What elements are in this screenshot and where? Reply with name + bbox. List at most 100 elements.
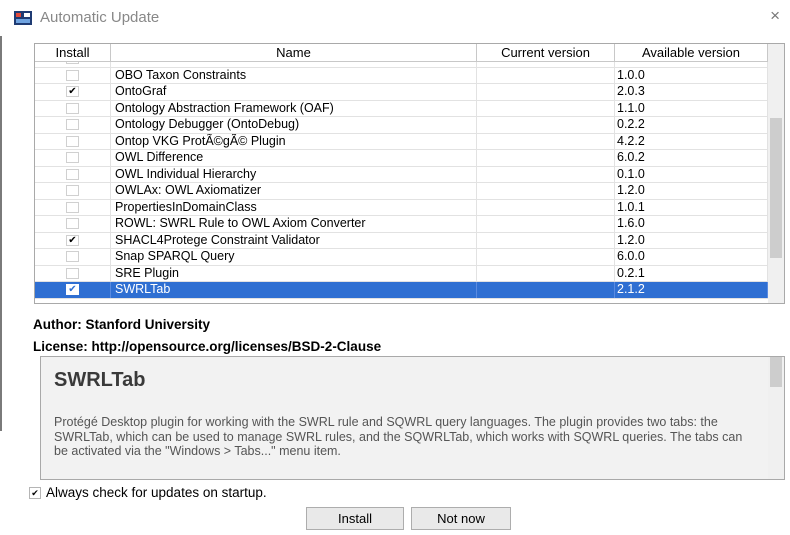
available-version: 4.2.2 bbox=[615, 133, 768, 149]
install-cell bbox=[35, 166, 111, 182]
install-cell bbox=[35, 216, 111, 232]
install-cell bbox=[35, 265, 111, 281]
protege-app-icon bbox=[14, 11, 32, 25]
table-scrollbar[interactable] bbox=[768, 44, 784, 303]
available-version: 1.2.0 bbox=[615, 183, 768, 199]
install-checkbox[interactable]: ✔ bbox=[66, 86, 79, 98]
header-current-version[interactable]: Current version bbox=[477, 44, 615, 61]
plugin-table: Install Name Current version Available v… bbox=[34, 43, 785, 304]
table-row[interactable]: Ontop VKG ProtÃ©gÃ© Plugin 4.2.2 bbox=[35, 133, 768, 150]
always-check-checkbox[interactable]: ✔ bbox=[29, 486, 41, 499]
install-cell bbox=[35, 62, 111, 67]
table-row[interactable]: OWL Individual Hierarchy 0.1.0 bbox=[35, 166, 768, 183]
current-version bbox=[477, 117, 615, 133]
install-checkbox[interactable] bbox=[66, 62, 79, 65]
install-cell: ✔ bbox=[35, 282, 111, 298]
plugin-name: OWL Individual Hierarchy bbox=[111, 166, 477, 182]
install-checkbox[interactable] bbox=[66, 201, 79, 213]
available-version: 1.1.0 bbox=[615, 100, 768, 116]
install-checkbox[interactable] bbox=[66, 251, 79, 263]
current-version bbox=[477, 199, 615, 215]
table-row[interactable]: ✔ SHACL4Protege Constraint Validator 1.2.0 bbox=[35, 232, 768, 249]
available-version: 1.0.0 bbox=[615, 67, 768, 83]
current-version bbox=[477, 265, 615, 281]
table-row[interactable]: Ontology Abstraction Framework (OAF) 1.1.… bbox=[35, 100, 768, 117]
available-version: 1.0.1 bbox=[615, 199, 768, 215]
available-version: 2.1.2 bbox=[615, 282, 768, 298]
current-version bbox=[477, 84, 615, 100]
description-scroll-thumb[interactable] bbox=[770, 357, 782, 387]
available-version: 0.2.2 bbox=[615, 117, 768, 133]
install-button[interactable]: Install bbox=[306, 507, 404, 530]
install-checkbox[interactable] bbox=[66, 69, 79, 81]
always-check-label: Always check for updates on startup. bbox=[46, 485, 267, 500]
install-checkbox[interactable] bbox=[66, 185, 79, 197]
current-version bbox=[477, 166, 615, 182]
description-panel: SWRLTab Protégé Desktop plugin for worki… bbox=[40, 356, 785, 480]
current-version bbox=[477, 62, 615, 67]
install-checkbox[interactable] bbox=[66, 168, 79, 180]
current-version bbox=[477, 282, 615, 298]
table-row[interactable]: PropertiesInDomainClass 1.0.1 bbox=[35, 199, 768, 216]
current-version bbox=[477, 100, 615, 116]
table-row[interactable]: ✔ SWRLTab 2.1.2 bbox=[35, 282, 768, 299]
plugin-name: Snap SPARQL Query bbox=[111, 249, 477, 265]
table-row[interactable]: Ontology Debugger (OntoDebug) 0.2.2 bbox=[35, 117, 768, 134]
table-body: OBO Annotations Editor0.4.0OBO Taxon Con… bbox=[35, 62, 768, 303]
install-cell bbox=[35, 183, 111, 199]
always-check-option[interactable]: ✔ Always check for updates on startup. bbox=[29, 485, 267, 500]
available-version: 2.0.3 bbox=[615, 84, 768, 100]
current-version bbox=[477, 249, 615, 265]
header-install[interactable]: Install bbox=[35, 44, 111, 61]
plugin-name: PropertiesInDomainClass bbox=[111, 199, 477, 215]
install-checkbox[interactable] bbox=[66, 119, 79, 131]
plugin-name: Ontology Abstraction Framework (OAF) bbox=[111, 100, 477, 116]
plugin-name: Ontology Debugger (OntoDebug) bbox=[111, 117, 477, 133]
current-version bbox=[477, 232, 615, 248]
license-label: License: http://opensource.org/licenses/… bbox=[33, 339, 382, 354]
current-version bbox=[477, 150, 615, 166]
table-scroll-thumb[interactable] bbox=[770, 118, 782, 258]
header-available-version[interactable]: Available version bbox=[615, 44, 768, 61]
plugin-name: OBO Annotations Editor bbox=[111, 62, 477, 67]
available-version: 1.2.0 bbox=[615, 232, 768, 248]
current-version bbox=[477, 183, 615, 199]
table-row[interactable]: ✔ OntoGraf 2.0.3 bbox=[35, 84, 768, 101]
install-checkbox[interactable] bbox=[66, 267, 79, 279]
install-cell bbox=[35, 150, 111, 166]
install-cell: ✔ bbox=[35, 84, 111, 100]
available-version: 0.4.0 bbox=[615, 62, 768, 67]
description-scrollbar[interactable] bbox=[768, 357, 784, 479]
description-text: Protégé Desktop plugin for working with … bbox=[54, 415, 743, 458]
plugin-name: OWLAx: OWL Axiomatizer bbox=[111, 183, 477, 199]
available-version: 0.2.1 bbox=[615, 265, 768, 281]
author-label: Author: Stanford University bbox=[33, 317, 211, 332]
table-row[interactable]: ROWL: SWRL Rule to OWL Axiom Converter 1.… bbox=[35, 216, 768, 233]
install-cell bbox=[35, 100, 111, 116]
plugin-name: ROWL: SWRL Rule to OWL Axiom Converter bbox=[111, 216, 477, 232]
install-cell bbox=[35, 117, 111, 133]
close-icon[interactable]: × bbox=[770, 6, 780, 26]
available-version: 6.0.0 bbox=[615, 249, 768, 265]
table-row[interactable]: OBO Taxon Constraints 1.0.0 bbox=[35, 67, 768, 84]
install-checkbox[interactable] bbox=[66, 218, 79, 230]
install-checkbox[interactable] bbox=[66, 135, 79, 147]
available-version: 0.1.0 bbox=[615, 166, 768, 182]
header-name[interactable]: Name bbox=[111, 44, 477, 61]
install-cell bbox=[35, 249, 111, 265]
install-checkbox[interactable] bbox=[66, 152, 79, 164]
table-row[interactable]: OWLAx: OWL Axiomatizer 1.2.0 bbox=[35, 183, 768, 200]
plugin-name: SRE Plugin bbox=[111, 265, 477, 281]
install-cell: ✔ bbox=[35, 232, 111, 248]
plugin-name: SHACL4Protege Constraint Validator bbox=[111, 232, 477, 248]
plugin-name: OBO Taxon Constraints bbox=[111, 67, 477, 83]
table-row[interactable]: SRE Plugin 0.2.1 bbox=[35, 265, 768, 282]
table-row[interactable]: Snap SPARQL Query 6.0.0 bbox=[35, 249, 768, 266]
install-checkbox[interactable]: ✔ bbox=[66, 234, 79, 246]
install-checkbox[interactable]: ✔ bbox=[66, 284, 79, 296]
window-title: Automatic Update bbox=[40, 9, 160, 26]
install-checkbox[interactable] bbox=[66, 102, 79, 114]
not-now-button[interactable]: Not now bbox=[411, 507, 511, 530]
plugin-name: OWL Difference bbox=[111, 150, 477, 166]
table-row[interactable]: OWL Difference 6.0.2 bbox=[35, 150, 768, 167]
